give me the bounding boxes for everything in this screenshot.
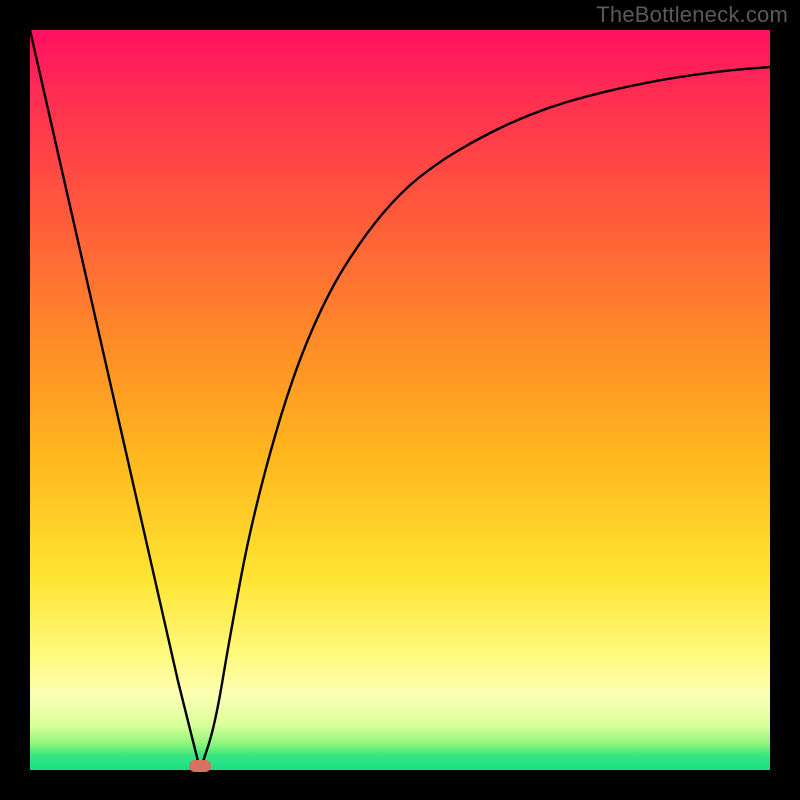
curve-svg bbox=[30, 30, 770, 770]
watermark-text: TheBottleneck.com bbox=[596, 2, 788, 28]
chart-frame: TheBottleneck.com bbox=[0, 0, 800, 800]
optimal-point-marker bbox=[189, 760, 211, 772]
bottleneck-curve-line bbox=[30, 30, 770, 770]
